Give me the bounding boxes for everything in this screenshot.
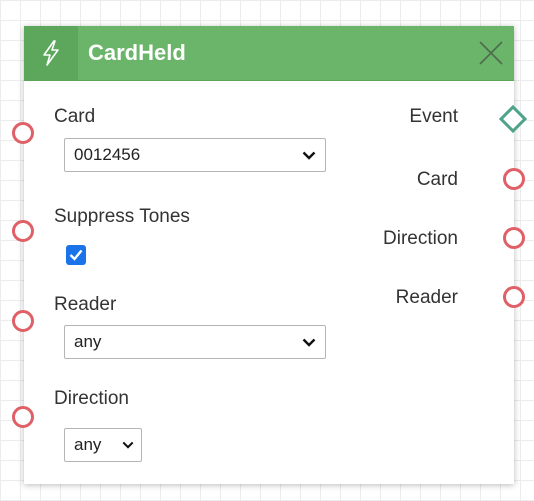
output-direction-label: Direction xyxy=(383,228,458,249)
chevron-down-icon xyxy=(122,441,134,449)
node-title: CardHeld xyxy=(88,40,186,65)
output-reader-label: Reader xyxy=(395,287,458,308)
lightning-bolt-icon xyxy=(24,26,78,80)
suppress-tones-checkbox[interactable] xyxy=(66,245,86,265)
direction-input-port[interactable] xyxy=(12,406,34,428)
output-event-label: Event xyxy=(409,106,458,127)
output-card-label: Card xyxy=(416,169,458,190)
cardheld-node[interactable]: CardHeld Card 0012456 Suppress Tones Rea… xyxy=(24,26,514,484)
card-output-port[interactable] xyxy=(503,168,525,190)
chevron-down-icon xyxy=(302,151,316,160)
direction-select[interactable]: any xyxy=(64,428,142,462)
card-select-value: 0012456 xyxy=(74,145,141,164)
close-icon[interactable] xyxy=(476,38,506,68)
direction-output-port[interactable] xyxy=(503,227,525,249)
card-input-port[interactable] xyxy=(12,122,34,144)
direction-select-value: any xyxy=(74,435,102,454)
reader-output-port[interactable] xyxy=(503,286,525,308)
node-header[interactable]: CardHeld xyxy=(24,26,514,81)
card-label: Card xyxy=(54,106,96,127)
direction-label: Direction xyxy=(54,388,129,409)
chevron-down-icon xyxy=(302,338,316,347)
reader-select-value: any xyxy=(74,332,102,351)
checkmark-icon xyxy=(69,249,83,261)
card-select[interactable]: 0012456 xyxy=(64,138,326,172)
suppress-tones-label: Suppress Tones xyxy=(54,206,190,227)
reader-select[interactable]: any xyxy=(64,325,326,359)
reader-input-port[interactable] xyxy=(12,310,34,332)
reader-label: Reader xyxy=(54,294,117,315)
suppress-tones-input-port[interactable] xyxy=(12,220,34,242)
